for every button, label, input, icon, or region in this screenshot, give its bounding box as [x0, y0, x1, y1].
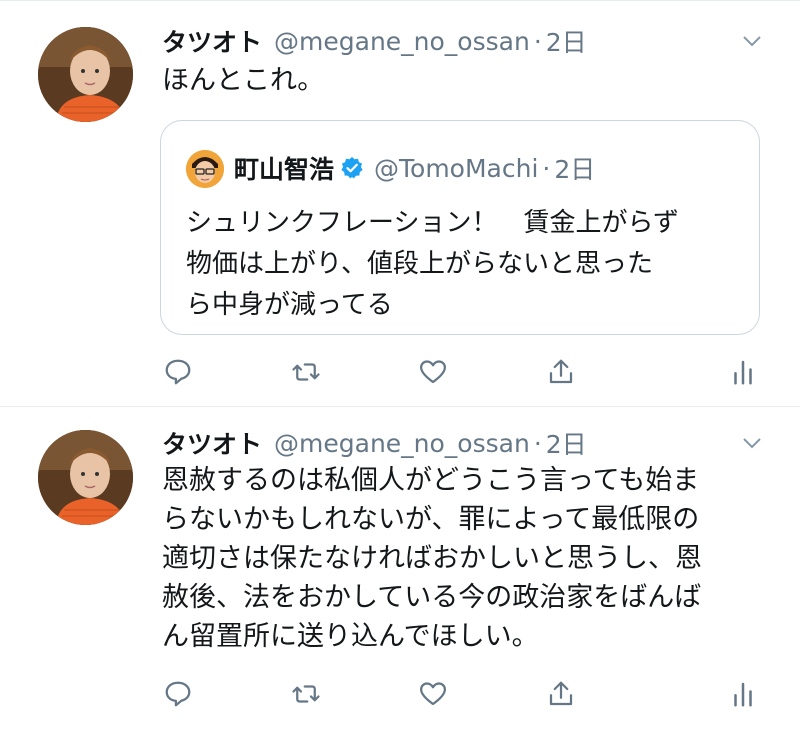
retweet-icon[interactable] [288, 676, 324, 712]
action-bar [160, 354, 760, 390]
quoted-avatar[interactable] [186, 150, 224, 188]
user-handle[interactable]: @megane_no_ossan [274, 429, 530, 458]
tweet-text: ほんとこれ。 [162, 65, 325, 96]
tweet-text-line: 赦後、法をおかしている今の政治家をばんば [162, 582, 702, 613]
quoted-text-line: 物価は上がり、値段上がらないと思った [186, 249, 653, 279]
separator-dot: · [533, 26, 542, 56]
tweet-text-line: ん留置所に送り込んでほしい。 [162, 621, 539, 652]
tweet[interactable]: タツオト @megane_no_ossan · 2日 ほんとこれ。 町山智浩 @… [0, 0, 800, 407]
like-icon[interactable] [415, 676, 451, 712]
tweet-text-line: 恩赦するのは私個人がどうこう言っても始ま [162, 465, 700, 496]
display-name[interactable]: タツオト [162, 23, 262, 59]
like-icon[interactable] [415, 354, 451, 390]
tweet-text: 恩赦するのは私個人がどうこう言っても始ま らないかもしれないが、罪によって最低限… [162, 461, 762, 656]
display-name[interactable]: タツオト [162, 425, 262, 461]
tweet-text-line: らないかもしれないが、罪によって最低限の [162, 504, 700, 535]
share-icon[interactable] [543, 354, 579, 390]
tweet-text-line: 適切さは保たなければおかしいと思うし、恩 [162, 543, 702, 574]
analytics-icon[interactable] [725, 676, 761, 712]
chevron-down-icon[interactable] [740, 431, 764, 455]
reply-icon[interactable] [160, 676, 196, 712]
separator-dot: · [533, 428, 542, 458]
separator-dot: · [542, 153, 551, 183]
quoted-header: 町山智浩 @TomoMachi · 2日 [234, 148, 595, 188]
user-handle[interactable]: @megane_no_ossan [274, 27, 530, 56]
timestamp[interactable]: 2日 [546, 23, 587, 59]
quoted-text-line: ら中身が減ってる [186, 290, 393, 320]
quoted-timestamp: 2日 [554, 155, 596, 184]
share-icon[interactable] [543, 676, 579, 712]
reply-icon[interactable] [160, 354, 196, 390]
avatar[interactable] [38, 430, 133, 525]
quoted-text-line: シュリンクフレーション！ 賃金上がらず [186, 208, 679, 238]
quoted-tweet[interactable]: 町山智浩 @TomoMachi · 2日 シュリンクフレーション！ 賃金上がらず… [160, 120, 760, 335]
tweet-header: タツオト @megane_no_ossan · 2日 [162, 425, 587, 461]
action-bar [160, 676, 760, 712]
quoted-user-handle: @TomoMachi [374, 153, 539, 183]
tweet[interactable]: タツオト @megane_no_ossan · 2日 恩赦するのは私個人がどうこ… [0, 406, 800, 729]
verified-badge-icon [340, 156, 364, 180]
timestamp[interactable]: 2日 [546, 425, 587, 461]
tweet-header: タツオト @megane_no_ossan · 2日 [162, 23, 587, 59]
quoted-text: シュリンクフレーション！ 賃金上がらず 物価は上がり、値段上がらないと思った ら… [186, 203, 746, 326]
analytics-icon[interactable] [725, 354, 761, 390]
retweet-icon[interactable] [288, 354, 324, 390]
chevron-down-icon[interactable] [740, 29, 764, 53]
avatar[interactable] [38, 27, 133, 122]
quoted-display-name: 町山智浩 [234, 155, 335, 184]
